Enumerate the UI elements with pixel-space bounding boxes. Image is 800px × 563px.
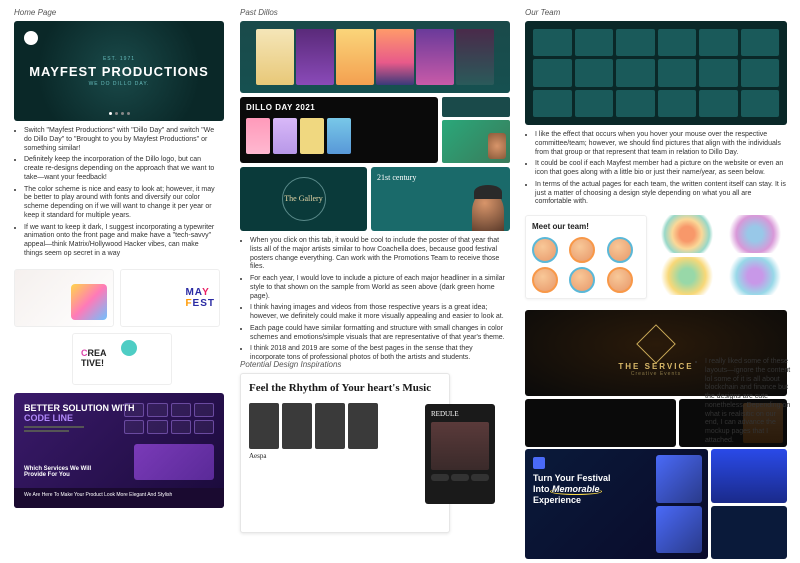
festival-mock: Turn Your Festival Into Memorable Experi… bbox=[525, 449, 787, 559]
mayfest-logo-thumb: MAYFEST bbox=[120, 269, 220, 327]
inspiration-thumbs-row1: MAYFEST bbox=[14, 269, 224, 327]
purple-site-mock: BETTER SOLUTION WITH CODE LINE Which Ser… bbox=[14, 393, 224, 508]
hero-sub: WE DO DILLO DAY. bbox=[89, 81, 150, 87]
past-bullet: Each page could have similar formatting … bbox=[250, 325, 508, 343]
side-note-bullet: I really liked some of these layouts—ign… bbox=[705, 358, 791, 446]
meet-team-title: Meet our team! bbox=[532, 222, 640, 231]
home-heading: Home Page bbox=[14, 8, 224, 17]
home-bullet: If we want to keep it dark, I suggest in… bbox=[24, 224, 219, 259]
music-artists-row bbox=[249, 403, 441, 449]
past-heading: Past Dillos bbox=[240, 8, 510, 17]
festival-side-cards bbox=[711, 449, 787, 559]
homepage-hero-mock: EST. 1971 MAYFEST PRODUCTIONS WE DO DILL… bbox=[14, 21, 224, 121]
home-bullets: Switch "Mayfest Productions" with "Dillo… bbox=[14, 127, 219, 259]
dillo-2021-mock: DILLO DAY 2021 bbox=[240, 97, 438, 163]
hero-carousel-dots bbox=[109, 112, 130, 115]
past-bullet: I think having images and videos from th… bbox=[250, 304, 508, 322]
purple-device-mock bbox=[134, 444, 214, 480]
home-bullet: Switch "Mayfest Productions" with "Dillo… bbox=[24, 127, 219, 153]
team-bullet: In terms of the actual pages for each te… bbox=[535, 181, 787, 207]
dillo-2021-title: DILLO DAY 2021 bbox=[246, 103, 432, 112]
past-posters-strip bbox=[240, 21, 510, 93]
hero-est: EST. 1971 bbox=[103, 56, 135, 62]
meet-team-card: Meet our team! bbox=[525, 215, 647, 299]
past-bullet: When you click on this tab, it would be … bbox=[250, 237, 508, 272]
side-card-title: REDULE bbox=[431, 410, 489, 418]
small-stack bbox=[442, 97, 510, 163]
pastel-site-thumb bbox=[14, 269, 114, 327]
festival-logo-icon bbox=[533, 457, 545, 469]
creative-text: CREATIVE! bbox=[81, 348, 107, 368]
side-note: I really liked some of these layouts—ign… bbox=[695, 358, 791, 449]
past-bullets: When you click on this tab, it would be … bbox=[240, 237, 508, 363]
poster-thumb bbox=[256, 29, 294, 85]
team-bullets: I like the effect that occurs when you h… bbox=[525, 131, 787, 207]
poster-thumb bbox=[456, 29, 494, 85]
purple-footer: We Are Here To Make Your Product Look Mo… bbox=[14, 488, 224, 508]
home-bullet: The color scheme is nice and easy to loo… bbox=[24, 186, 219, 221]
century-mock: 21st century bbox=[371, 167, 510, 231]
poster-thumb bbox=[336, 29, 374, 85]
team-bullet: I like the effect that occurs when you h… bbox=[535, 131, 787, 157]
poster-thumb bbox=[296, 29, 334, 85]
poster-thumb bbox=[416, 29, 454, 85]
team-bullet: It could be cool if each Mayfest member … bbox=[535, 160, 787, 178]
hero-title: MAYFEST PRODUCTIONS bbox=[29, 64, 209, 79]
past-bullet: For each year, I would love to include a… bbox=[250, 275, 508, 301]
home-bullet: Definitely keep the incorporation of the… bbox=[24, 156, 219, 182]
gallery-mock: The Gallery bbox=[240, 167, 367, 231]
purple-icon-grid bbox=[124, 403, 214, 434]
music-site-mock: Feel the Rhythm of Your heart's Music Ae… bbox=[240, 373, 450, 533]
paint-splash-icons bbox=[655, 215, 787, 295]
festival-side-images bbox=[656, 455, 702, 553]
service-sub: Creative Events bbox=[631, 371, 681, 377]
poster-thumb bbox=[376, 29, 414, 85]
inspo-heading: Potential Design Inspirations bbox=[240, 360, 510, 369]
team-heading: Our Team bbox=[525, 8, 787, 17]
team-avatars bbox=[532, 237, 640, 293]
mayfest-logo: MAYFEST bbox=[185, 287, 215, 309]
music-title: Feel the Rhythm of Your heart's Music bbox=[249, 382, 441, 395]
creative-thumb: CREATIVE! bbox=[72, 333, 172, 385]
team-grid-mock bbox=[525, 21, 787, 125]
service-hex-icon bbox=[636, 324, 676, 364]
purple-subhead: Which Services We Will Provide For You bbox=[24, 466, 114, 478]
music-artist-label: Aespa bbox=[249, 452, 441, 460]
music-side-card: REDULE bbox=[425, 404, 495, 504]
